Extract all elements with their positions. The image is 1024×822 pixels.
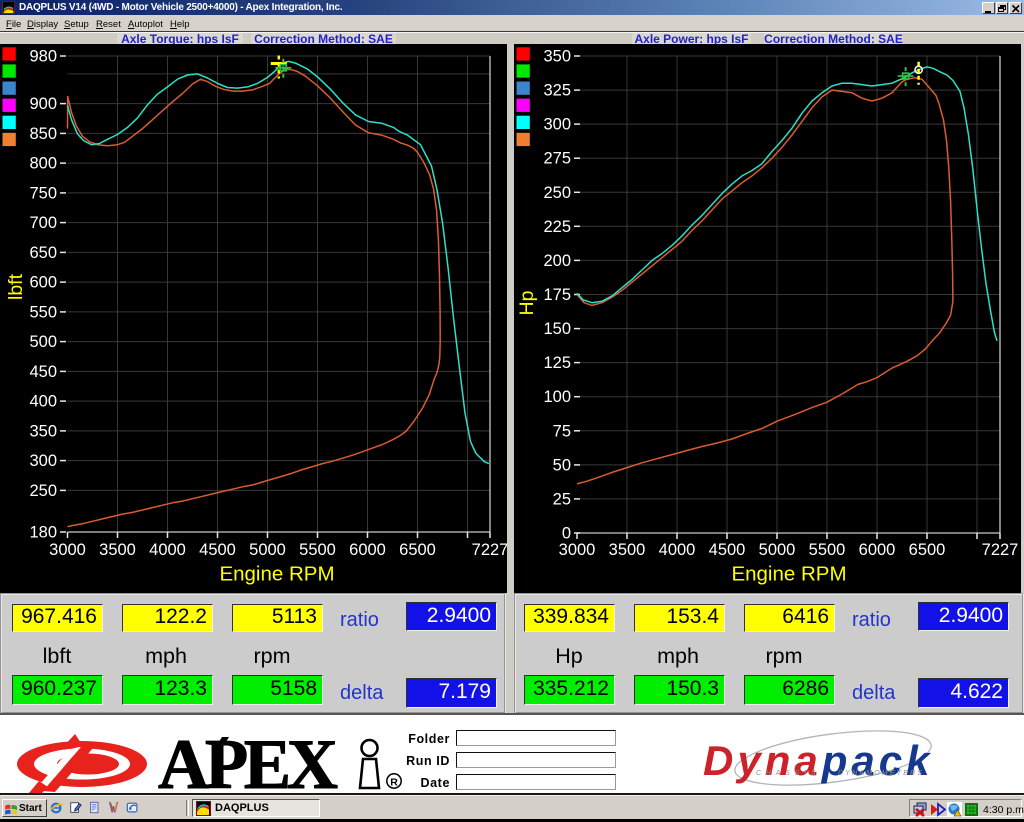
svg-text:300: 300 — [29, 452, 57, 470]
svg-text:300: 300 — [543, 116, 571, 134]
svg-text:3000: 3000 — [49, 541, 86, 559]
svg-text:7227: 7227 — [982, 541, 1019, 559]
svg-text:3000: 3000 — [559, 541, 596, 559]
svg-text:250: 250 — [543, 184, 571, 202]
svg-text:500: 500 — [29, 333, 57, 351]
svg-text:125: 125 — [543, 354, 571, 372]
svg-text:550: 550 — [29, 303, 57, 321]
svg-text:Hp: Hp — [516, 290, 538, 315]
svg-text:600: 600 — [29, 274, 57, 292]
svg-text:200: 200 — [543, 252, 571, 270]
svg-text:450: 450 — [29, 363, 57, 381]
svg-text:7227: 7227 — [472, 541, 507, 559]
svg-text:3500: 3500 — [99, 541, 136, 559]
svg-text:4500: 4500 — [709, 541, 746, 559]
svg-text:180: 180 — [29, 524, 57, 542]
svg-text:275: 275 — [543, 150, 571, 168]
svg-text:850: 850 — [29, 125, 57, 143]
svg-text:75: 75 — [553, 422, 571, 440]
svg-text:6000: 6000 — [859, 541, 896, 559]
svg-text:4000: 4000 — [659, 541, 696, 559]
svg-text:3500: 3500 — [609, 541, 646, 559]
svg-text:150: 150 — [543, 320, 571, 338]
svg-text:APEX: APEX — [158, 726, 338, 793]
svg-text:25: 25 — [553, 490, 571, 508]
svg-text:CHASSIS: CHASSIS — [756, 770, 820, 777]
svg-text:5000: 5000 — [759, 541, 796, 559]
svg-text:250: 250 — [29, 482, 57, 500]
svg-text:225: 225 — [543, 218, 571, 236]
svg-text:900: 900 — [29, 95, 57, 113]
svg-text:350: 350 — [543, 48, 571, 66]
svg-text:Engine RPM: Engine RPM — [731, 563, 846, 586]
svg-text:325: 325 — [543, 82, 571, 100]
svg-text:400: 400 — [29, 393, 57, 411]
svg-text:6500: 6500 — [909, 541, 946, 559]
svg-text:5000: 5000 — [249, 541, 286, 559]
svg-text:4500: 4500 — [199, 541, 236, 559]
svg-text:175: 175 — [543, 286, 571, 304]
svg-text:6000: 6000 — [349, 541, 386, 559]
svg-text:0: 0 — [562, 525, 571, 543]
svg-text:50: 50 — [553, 456, 571, 474]
svg-text:700: 700 — [29, 214, 57, 232]
svg-text:350: 350 — [29, 422, 57, 440]
svg-text:980: 980 — [29, 48, 57, 66]
svg-text:5500: 5500 — [809, 541, 846, 559]
svg-text:100: 100 — [543, 388, 571, 406]
svg-text:800: 800 — [29, 155, 57, 173]
svg-text:650: 650 — [29, 244, 57, 262]
svg-text:6500: 6500 — [399, 541, 436, 559]
svg-text:750: 750 — [29, 184, 57, 202]
svg-text:5500: 5500 — [299, 541, 336, 559]
svg-text:4000: 4000 — [149, 541, 186, 559]
svg-text:Engine RPM: Engine RPM — [219, 563, 334, 586]
svg-text:lbft: lbft — [5, 273, 27, 300]
svg-text:DYNAMOMETERS: DYNAMOMETERS — [838, 770, 924, 777]
